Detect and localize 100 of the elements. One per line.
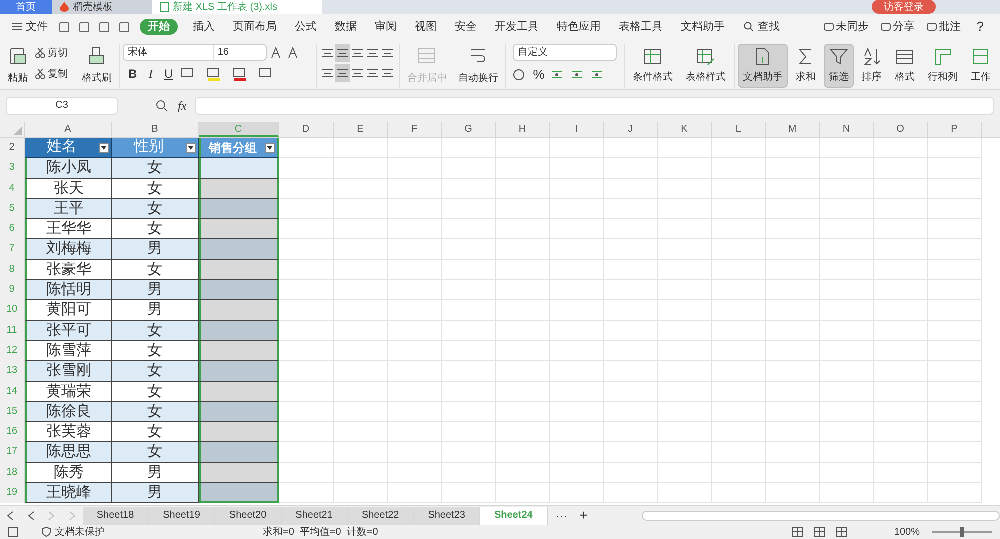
empty-cell[interactable] [442,442,496,463]
sheet-tab[interactable]: Sheet22 [348,506,414,524]
empty-cell[interactable] [874,320,928,341]
empty-cell[interactable] [928,300,982,321]
empty-cell[interactable] [766,158,820,179]
ribbon-tab[interactable]: 安全 [448,19,484,35]
empty-cell[interactable] [442,138,496,158]
empty-cell[interactable] [658,442,712,463]
empty-cell[interactable] [442,300,496,321]
ribbon-tab[interactable]: 页面布局 [226,19,284,35]
percent-button[interactable]: % [533,65,545,84]
empty-cell[interactable] [928,402,982,422]
empty-cell[interactable] [496,300,550,321]
toolbar-button[interactable]: 文档助手 [738,44,788,88]
toolbar-button[interactable]: 条件格式 [628,44,678,88]
formula-field[interactable] [194,97,994,115]
empty-cell[interactable] [658,300,712,321]
empty-cell[interactable] [766,280,820,300]
empty-cell[interactable] [334,198,388,220]
toolbar-button[interactable]: 筛选 [824,44,854,88]
empty-cell[interactable] [712,178,766,199]
empty-cell[interactable] [550,300,604,321]
empty-cell[interactable] [766,462,820,484]
ribbon-tab[interactable]: 插入 [186,19,222,35]
empty-cell[interactable] [442,239,496,260]
empty-cell[interactable] [712,320,766,341]
empty-cell[interactable] [496,442,550,463]
empty-cell[interactable] [388,382,442,402]
toolbar-button[interactable]: 格式刷 [78,44,116,88]
empty-cell[interactable] [820,382,874,402]
empty-cell[interactable] [604,462,658,484]
column-header[interactable]: J [604,122,658,137]
empty-cell[interactable] [388,320,442,341]
file-menu[interactable]: 文件 [8,18,52,36]
empty-cell[interactable] [388,219,442,240]
empty-cell[interactable] [928,483,982,504]
table-cell[interactable] [199,483,279,504]
empty-cell[interactable] [820,260,874,280]
zoom-slider-thumb[interactable] [960,527,964,537]
login-button[interactable]: 访客登录 [872,0,936,14]
empty-cell[interactable] [496,178,550,199]
empty-cell[interactable] [388,422,442,442]
empty-cell[interactable] [442,483,496,504]
empty-cell[interactable] [550,239,604,260]
empty-cell[interactable] [820,300,874,321]
empty-cell[interactable] [442,402,496,422]
toolbar-button[interactable]: 行和列 [922,44,963,88]
empty-cell[interactable] [928,320,982,341]
empty-cell[interactable] [334,239,388,260]
empty-cell[interactable] [766,483,820,504]
empty-cell[interactable] [604,402,658,422]
document-tab[interactable]: 首页 [0,0,52,14]
empty-cell[interactable] [388,402,442,422]
empty-cell[interactable] [442,178,496,199]
empty-cell[interactable] [550,158,604,179]
sheet-tab[interactable]: Sheet23 [414,506,480,524]
empty-cell[interactable] [820,402,874,422]
horizontal-scrollbar[interactable] [642,510,1000,520]
ribbon-tab[interactable]: 数据 [328,19,364,35]
filter-button[interactable] [99,143,109,153]
empty-cell[interactable] [604,300,658,321]
empty-cell[interactable] [442,361,496,382]
ribbon-tab[interactable]: 公式 [288,19,324,35]
empty-cell[interactable] [820,442,874,463]
empty-cell[interactable] [766,300,820,321]
table-cell[interactable] [199,320,279,341]
currency-button[interactable] [513,68,528,82]
ribbon-tab[interactable]: 开发工具 [488,19,546,35]
empty-cell[interactable] [334,442,388,463]
filter-button[interactable] [186,143,196,153]
empty-cell[interactable] [658,462,712,484]
underline-button[interactable]: U [162,65,175,83]
empty-cell[interactable] [712,340,766,362]
empty-cell[interactable] [658,158,712,179]
empty-cell[interactable] [712,219,766,240]
empty-cell[interactable] [442,422,496,442]
empty-cell[interactable] [604,260,658,280]
empty-cell[interactable] [874,483,928,504]
empty-cell[interactable] [874,402,928,422]
column-header[interactable]: H [496,122,550,137]
empty-cell[interactable] [442,158,496,179]
zoom-level[interactable]: 100% [890,524,924,539]
empty-cell[interactable] [874,219,928,240]
empty-cell[interactable] [712,280,766,300]
empty-cell[interactable] [712,483,766,504]
table-cell[interactable] [199,442,279,463]
empty-cell[interactable] [496,280,550,300]
empty-cell[interactable] [766,260,820,280]
empty-cell[interactable] [712,422,766,442]
column-header[interactable]: P [928,122,982,137]
table-cell[interactable] [199,300,279,321]
ribbon-tab[interactable]: 视图 [408,19,444,35]
empty-cell[interactable] [388,239,442,260]
empty-cell[interactable] [334,382,388,402]
empty-cell[interactable] [874,462,928,484]
toolbar-button[interactable]: 分享 [876,18,919,36]
empty-cell[interactable] [712,158,766,179]
empty-cell[interactable] [766,178,820,199]
empty-cell[interactable] [388,198,442,220]
empty-cell[interactable] [658,260,712,280]
